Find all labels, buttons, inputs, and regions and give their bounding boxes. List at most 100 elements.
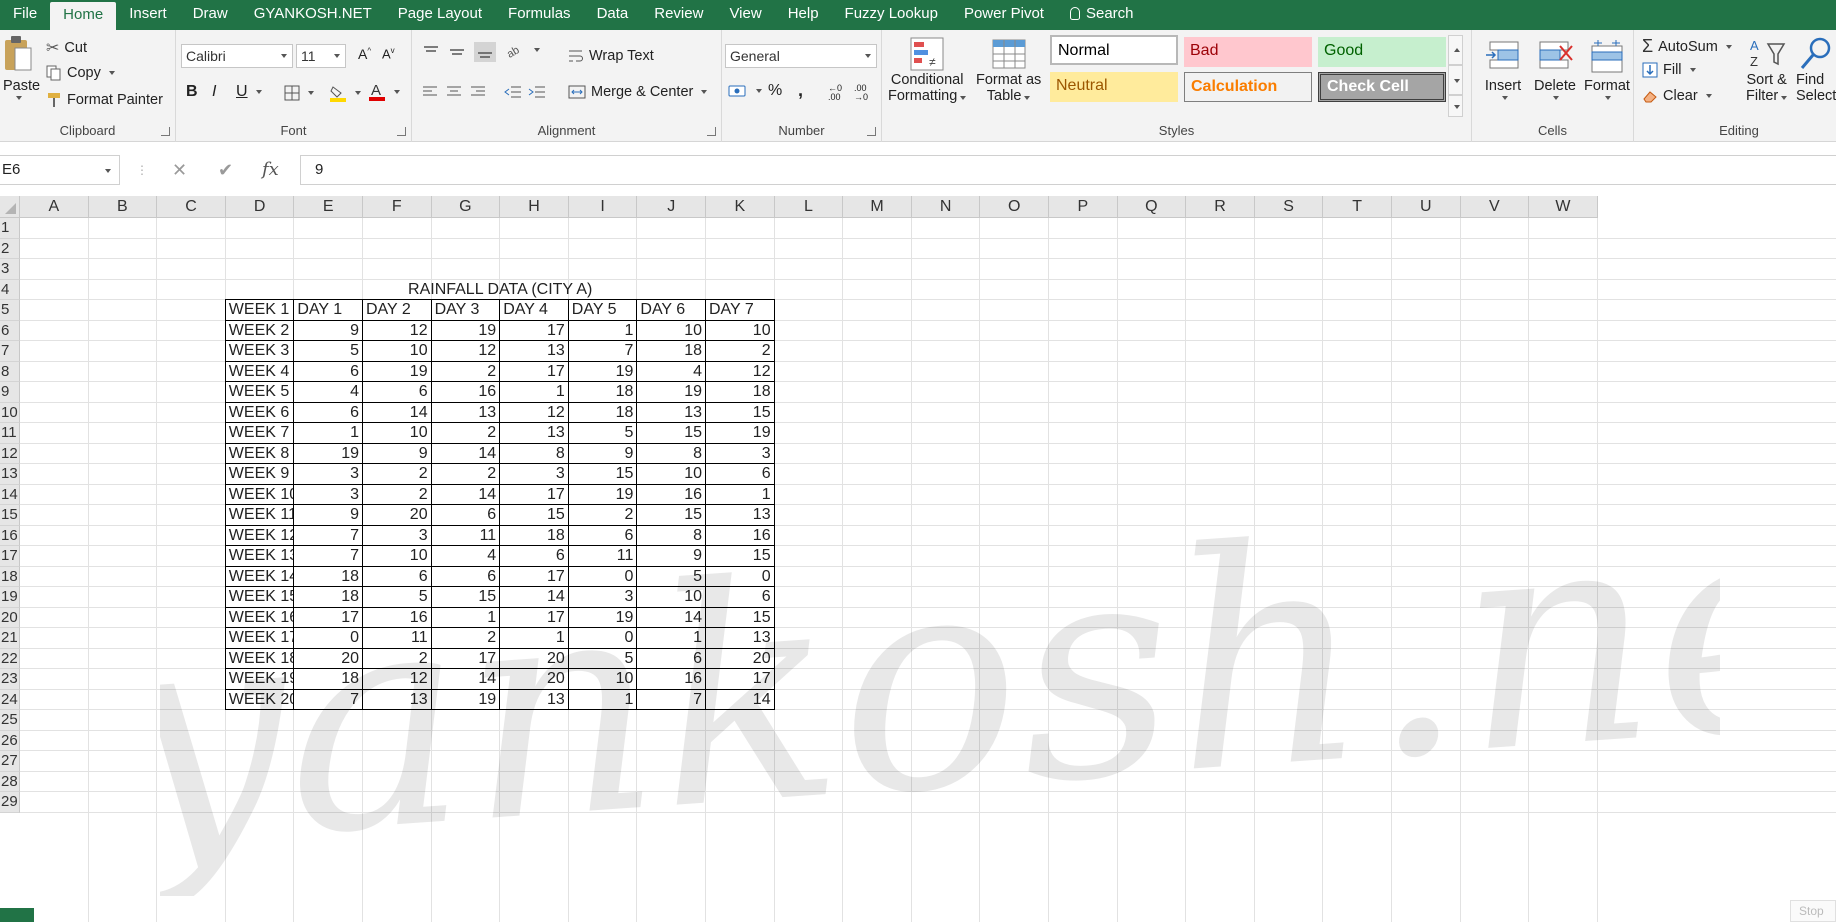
- week-label-cell[interactable]: WEEK 8: [225, 443, 295, 464]
- rainfall-value-cell[interactable]: 17: [500, 484, 569, 505]
- rainfall-value-cell[interactable]: 0: [294, 628, 363, 649]
- align-left-icon[interactable]: [422, 85, 438, 99]
- table-header-cell[interactable]: DAY 4: [500, 300, 569, 321]
- rainfall-value-cell[interactable]: 14: [637, 607, 706, 628]
- rainfall-value-cell[interactable]: 6: [706, 464, 775, 485]
- font-name-combo[interactable]: Calibri: [181, 44, 293, 68]
- column-header-p[interactable]: P: [1049, 196, 1118, 218]
- rainfall-value-cell[interactable]: 18: [568, 402, 638, 423]
- rainfall-value-cell[interactable]: 20: [294, 648, 363, 669]
- column-header-w[interactable]: W: [1529, 196, 1598, 218]
- rainfall-value-cell[interactable]: 12: [500, 402, 569, 423]
- row-header-21[interactable]: 21: [0, 628, 20, 649]
- rainfall-value-cell[interactable]: 1: [568, 689, 638, 710]
- menu-tab-formulas[interactable]: Formulas: [495, 0, 584, 30]
- rainfall-value-cell[interactable]: 20: [500, 648, 569, 669]
- orientation-dropdown-icon[interactable]: [534, 48, 540, 52]
- week-label-cell[interactable]: WEEK 18: [225, 648, 295, 669]
- week-label-cell[interactable]: WEEK 10: [225, 484, 295, 505]
- row-header-13[interactable]: 13: [0, 464, 20, 485]
- row-header-10[interactable]: 10: [0, 402, 20, 423]
- table-header-cell[interactable]: DAY 1: [294, 300, 363, 321]
- row-header-5[interactable]: 5: [0, 300, 20, 321]
- delete-cells-button[interactable]: Delete: [1534, 36, 1576, 100]
- rainfall-value-cell[interactable]: 1: [637, 628, 706, 649]
- menu-tab-draw[interactable]: Draw: [180, 0, 241, 30]
- rainfall-value-cell[interactable]: 17: [706, 669, 775, 690]
- column-header-d[interactable]: D: [225, 196, 295, 218]
- menu-tab-data[interactable]: Data: [584, 0, 642, 30]
- top-align-icon[interactable]: [422, 44, 440, 60]
- column-header-i[interactable]: I: [568, 196, 638, 218]
- rainfall-value-cell[interactable]: 18: [637, 341, 706, 362]
- rainfall-value-cell[interactable]: 19: [431, 689, 501, 710]
- column-header-r[interactable]: R: [1186, 196, 1255, 218]
- column-header-c[interactable]: C: [157, 196, 226, 218]
- week-label-cell[interactable]: WEEK 3: [225, 341, 295, 362]
- cut-button[interactable]: ✂ Cut: [46, 38, 87, 58]
- rainfall-value-cell[interactable]: 2: [431, 423, 501, 444]
- clear-dropdown-icon[interactable]: [1705, 94, 1712, 98]
- rainfall-value-cell[interactable]: 8: [500, 443, 569, 464]
- menu-tab-insert[interactable]: Insert: [116, 0, 180, 30]
- rainfall-value-cell[interactable]: 9: [637, 546, 706, 567]
- column-header-s[interactable]: S: [1254, 196, 1324, 218]
- rainfall-value-cell[interactable]: 19: [637, 382, 706, 403]
- rainfall-value-cell[interactable]: 19: [568, 361, 638, 382]
- rainfall-value-cell[interactable]: 4: [637, 361, 706, 382]
- format-as-table-dropdown-icon[interactable]: [1024, 96, 1031, 100]
- alignment-launcher-icon[interactable]: [707, 127, 716, 136]
- column-header-u[interactable]: U: [1392, 196, 1461, 218]
- row-header-16[interactable]: 16: [0, 525, 20, 546]
- font-name-dropdown-icon[interactable]: [281, 54, 287, 58]
- week-label-cell[interactable]: WEEK 14: [225, 566, 295, 587]
- row-header-19[interactable]: 19: [0, 587, 20, 608]
- rainfall-value-cell[interactable]: 2: [431, 628, 501, 649]
- rainfall-value-cell[interactable]: 2: [363, 484, 432, 505]
- comma-style-button[interactable]: ,: [798, 80, 803, 101]
- rainfall-value-cell[interactable]: 7: [294, 689, 363, 710]
- rainfall-value-cell[interactable]: 20: [500, 669, 569, 690]
- increase-font-button[interactable]: A^: [358, 46, 371, 62]
- rainfall-value-cell[interactable]: 15: [706, 402, 775, 423]
- rainfall-value-cell[interactable]: 13: [706, 628, 775, 649]
- rainfall-value-cell[interactable]: 3: [500, 464, 569, 485]
- bottom-align-icon[interactable]: [474, 42, 496, 62]
- rainfall-value-cell[interactable]: 14: [431, 443, 501, 464]
- row-header-12[interactable]: 12: [0, 443, 20, 464]
- wrap-text-button[interactable]: Wrap Text: [568, 48, 654, 64]
- column-header-f[interactable]: F: [363, 196, 432, 218]
- rainfall-value-cell[interactable]: 20: [363, 505, 432, 526]
- clipboard-launcher-icon[interactable]: [161, 127, 170, 136]
- rainfall-value-cell[interactable]: 10: [637, 464, 706, 485]
- week-label-cell[interactable]: WEEK 17: [225, 628, 295, 649]
- row-header-26[interactable]: 26: [0, 730, 20, 751]
- number-launcher-icon[interactable]: [867, 127, 876, 136]
- accounting-format-button[interactable]: [728, 82, 762, 100]
- borders-dropdown-icon[interactable]: [308, 91, 314, 95]
- table-header-cell[interactable]: DAY 5: [568, 300, 638, 321]
- rainfall-value-cell[interactable]: 0: [706, 566, 775, 587]
- rainfall-value-cell[interactable]: 6: [431, 505, 501, 526]
- confirm-entry-icon[interactable]: ✔: [218, 155, 233, 185]
- week-label-cell[interactable]: WEEK 16: [225, 607, 295, 628]
- rainfall-value-cell[interactable]: 15: [637, 423, 706, 444]
- rainfall-value-cell[interactable]: 6: [706, 587, 775, 608]
- menu-tab-fuzzy-lookup[interactable]: Fuzzy Lookup: [832, 0, 951, 30]
- rainfall-value-cell[interactable]: 15: [500, 505, 569, 526]
- autosum-dropdown-icon[interactable]: [1725, 44, 1732, 49]
- row-header-8[interactable]: 8: [0, 361, 20, 382]
- menu-tab-view[interactable]: View: [716, 0, 774, 30]
- rainfall-value-cell[interactable]: 3: [363, 525, 432, 546]
- rainfall-value-cell[interactable]: 8: [637, 525, 706, 546]
- rainfall-value-cell[interactable]: 6: [363, 382, 432, 403]
- format-painter-button[interactable]: Format Painter: [46, 92, 163, 108]
- rainfall-value-cell[interactable]: 19: [294, 443, 363, 464]
- rainfall-value-cell[interactable]: 1: [568, 320, 638, 341]
- week-label-cell[interactable]: WEEK 15: [225, 587, 295, 608]
- row-header-14[interactable]: 14: [0, 484, 20, 505]
- rainfall-value-cell[interactable]: 6: [431, 566, 501, 587]
- rainfall-value-cell[interactable]: 14: [431, 669, 501, 690]
- rainfall-value-cell[interactable]: 10: [706, 320, 775, 341]
- rainfall-value-cell[interactable]: 1: [500, 382, 569, 403]
